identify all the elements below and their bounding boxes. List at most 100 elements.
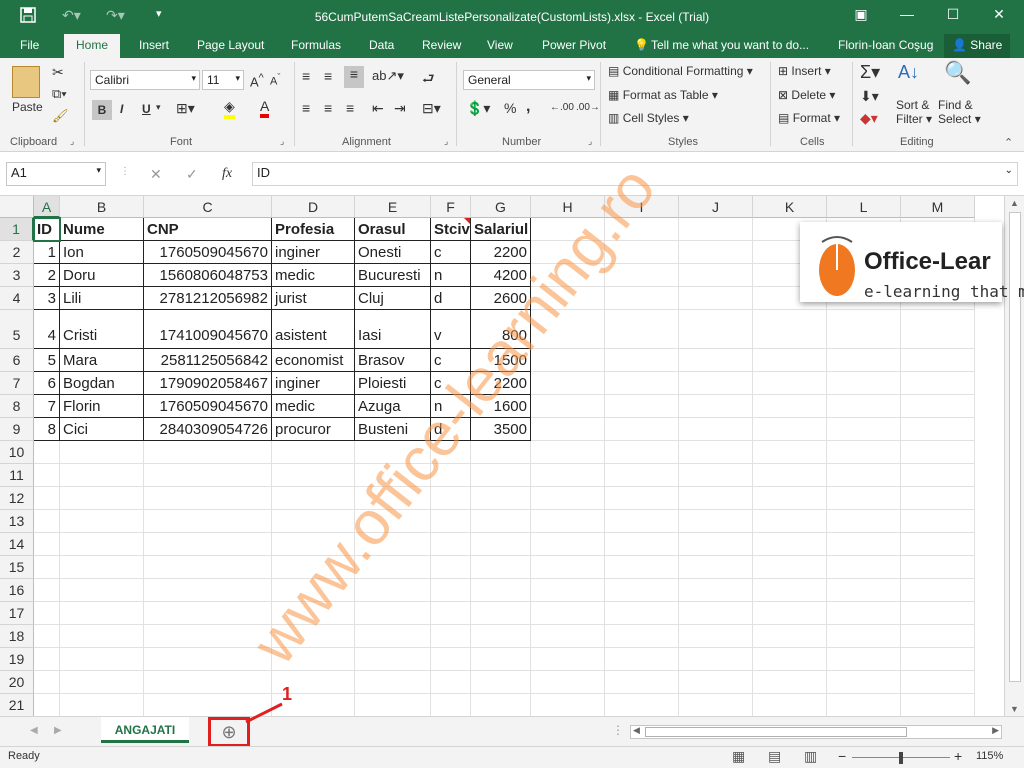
- column-header[interactable]: A: [34, 196, 60, 218]
- table-cell[interactable]: medic: [272, 264, 355, 287]
- table-cell[interactable]: Lili: [60, 287, 144, 310]
- merge-center-icon[interactable]: ⊟▾: [422, 100, 441, 117]
- orientation-icon[interactable]: ab↗▾: [372, 68, 404, 84]
- empty-cell[interactable]: [60, 441, 144, 464]
- office-learning-logo[interactable]: Office-Lear e-learning that m: [800, 222, 1024, 302]
- table-header-cell[interactable]: ID: [34, 218, 60, 241]
- empty-cell[interactable]: [679, 349, 753, 372]
- empty-cell[interactable]: [605, 579, 679, 602]
- empty-cell[interactable]: [753, 395, 827, 418]
- empty-cell[interactable]: [272, 487, 355, 510]
- table-cell[interactable]: Azuga: [355, 395, 431, 418]
- empty-cell[interactable]: [605, 510, 679, 533]
- clear-icon[interactable]: ◆▾: [860, 110, 878, 127]
- empty-cell[interactable]: [144, 625, 272, 648]
- empty-cell[interactable]: [679, 648, 753, 671]
- empty-cell[interactable]: [605, 310, 679, 349]
- table-cell[interactable]: medic: [272, 395, 355, 418]
- empty-cell[interactable]: [144, 556, 272, 579]
- font-launcher-icon[interactable]: ⌟: [280, 136, 284, 147]
- row-header[interactable]: 8: [0, 395, 34, 418]
- table-cell[interactable]: Bucuresti: [355, 264, 431, 287]
- empty-cell[interactable]: [531, 349, 605, 372]
- empty-cell[interactable]: [60, 464, 144, 487]
- empty-cell[interactable]: [901, 579, 975, 602]
- empty-cell[interactable]: [531, 418, 605, 441]
- empty-cell[interactable]: [901, 648, 975, 671]
- empty-cell[interactable]: [355, 648, 431, 671]
- horizontal-scrollbar[interactable]: ◀ ▶: [630, 725, 1002, 739]
- table-cell[interactable]: economist: [272, 349, 355, 372]
- empty-cell[interactable]: [679, 310, 753, 349]
- empty-cell[interactable]: [60, 671, 144, 694]
- empty-cell[interactable]: [605, 264, 679, 287]
- empty-cell[interactable]: [471, 648, 531, 671]
- empty-cell[interactable]: [272, 648, 355, 671]
- user-name[interactable]: Florin-Ioan Coşug: [838, 38, 933, 52]
- scroll-left-icon[interactable]: ◀: [633, 725, 640, 736]
- row-header[interactable]: 21: [0, 694, 34, 716]
- empty-cell[interactable]: [753, 510, 827, 533]
- empty-cell[interactable]: [605, 556, 679, 579]
- empty-cell[interactable]: [679, 671, 753, 694]
- autosum-icon[interactable]: Σ▾: [860, 62, 880, 83]
- empty-cell[interactable]: [355, 510, 431, 533]
- empty-cell[interactable]: [60, 510, 144, 533]
- empty-cell[interactable]: [431, 671, 471, 694]
- empty-cell[interactable]: [355, 671, 431, 694]
- table-cell[interactable]: Cici: [60, 418, 144, 441]
- table-header-cell[interactable]: Profesia: [272, 218, 355, 241]
- empty-cell[interactable]: [605, 464, 679, 487]
- row-header[interactable]: 15: [0, 556, 34, 579]
- row-header[interactable]: 3: [0, 264, 34, 287]
- zoom-in-icon[interactable]: +: [954, 748, 962, 764]
- decrease-font-icon[interactable]: Aˇ: [270, 72, 280, 88]
- empty-cell[interactable]: [827, 625, 901, 648]
- table-cell[interactable]: inginer: [272, 372, 355, 395]
- borders-icon[interactable]: ⊞▾: [176, 100, 195, 117]
- empty-cell[interactable]: [471, 510, 531, 533]
- empty-cell[interactable]: [60, 579, 144, 602]
- table-cell[interactable]: Iasi: [355, 310, 431, 349]
- tab-review[interactable]: Review: [422, 38, 461, 52]
- empty-cell[interactable]: [471, 556, 531, 579]
- empty-cell[interactable]: [431, 464, 471, 487]
- empty-cell[interactable]: [531, 487, 605, 510]
- row-header[interactable]: 10: [0, 441, 34, 464]
- table-cell[interactable]: Ion: [60, 241, 144, 264]
- empty-cell[interactable]: [34, 694, 60, 716]
- empty-cell[interactable]: [144, 579, 272, 602]
- empty-cell[interactable]: [272, 441, 355, 464]
- empty-cell[interactable]: [679, 510, 753, 533]
- empty-cell[interactable]: [471, 694, 531, 716]
- empty-cell[interactable]: [605, 533, 679, 556]
- table-cell[interactable]: 3: [34, 287, 60, 310]
- table-cell[interactable]: 2840309054726: [144, 418, 272, 441]
- name-box[interactable]: A1 ▾: [6, 162, 106, 186]
- column-header[interactable]: M: [901, 196, 975, 218]
- insert-cells-button[interactable]: ⊞ Insert ▾: [778, 64, 831, 78]
- tab-insert[interactable]: Insert: [139, 38, 169, 52]
- empty-cell[interactable]: [827, 487, 901, 510]
- find-select-button[interactable]: Find & Select ▾: [938, 98, 981, 126]
- empty-cell[interactable]: [901, 487, 975, 510]
- empty-cell[interactable]: [605, 418, 679, 441]
- italic-button[interactable]: I: [120, 102, 123, 116]
- empty-cell[interactable]: [605, 218, 679, 241]
- empty-cell[interactable]: [679, 579, 753, 602]
- sort-filter-button[interactable]: Sort & Filter ▾: [896, 98, 932, 126]
- empty-cell[interactable]: [531, 441, 605, 464]
- table-header-cell[interactable]: Nume: [60, 218, 144, 241]
- paste-icon[interactable]: [12, 66, 40, 98]
- empty-cell[interactable]: [272, 556, 355, 579]
- empty-cell[interactable]: [431, 625, 471, 648]
- empty-cell[interactable]: [679, 395, 753, 418]
- table-cell[interactable]: n: [431, 395, 471, 418]
- table-cell[interactable]: Florin: [60, 395, 144, 418]
- empty-cell[interactable]: [355, 487, 431, 510]
- empty-cell[interactable]: [355, 625, 431, 648]
- empty-cell[interactable]: [827, 349, 901, 372]
- scrollbar-thumb[interactable]: [645, 727, 907, 737]
- empty-cell[interactable]: [34, 464, 60, 487]
- empty-cell[interactable]: [355, 602, 431, 625]
